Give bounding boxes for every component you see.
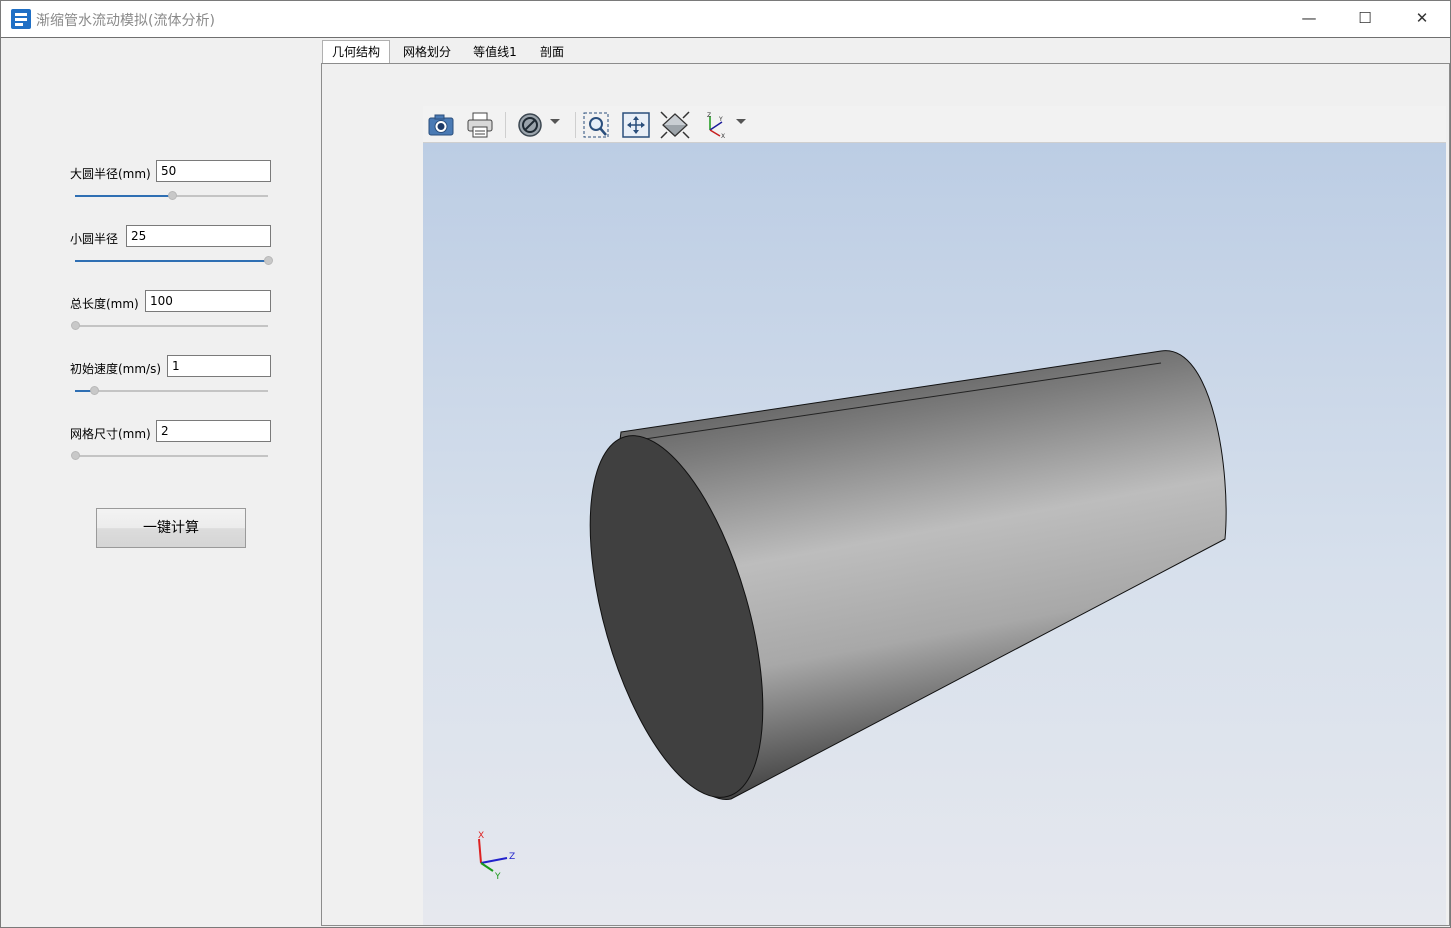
- tab-bar: 几何结构 网格划分 等值线1 剖面: [321, 38, 1450, 64]
- axis-triad: X Z Y: [478, 831, 515, 882]
- small-radius-label: 小圆半径: [70, 232, 119, 246]
- slider-handle[interactable]: [264, 256, 273, 265]
- chevron-down-icon[interactable]: [736, 119, 746, 124]
- camera-icon[interactable]: [425, 110, 457, 140]
- big-radius-label: 大圆半径(mm): [70, 167, 151, 181]
- mesh-size-input[interactable]: [156, 420, 271, 442]
- small-radius-input[interactable]: [126, 225, 271, 247]
- zoom-window-icon[interactable]: [581, 110, 613, 140]
- init-speed-slider[interactable]: [75, 386, 268, 395]
- svg-text:Z: Z: [707, 112, 711, 119]
- view-projection-icon[interactable]: [659, 110, 691, 140]
- axis-x-label: X: [478, 831, 484, 841]
- tab-geometry[interactable]: 几何结构: [322, 40, 390, 64]
- slider-handle[interactable]: [90, 386, 100, 395]
- display-mode-icon[interactable]: [514, 110, 546, 140]
- total-length-label: 总长度(mm): [70, 297, 139, 311]
- slider-handle[interactable]: [71, 321, 80, 330]
- tab-mesh[interactable]: 网格划分: [393, 42, 461, 63]
- axis-y-label: Y: [494, 872, 501, 882]
- minimize-button[interactable]: —: [1281, 1, 1337, 37]
- parameter-panel: 大圆半径(mm) 小圆半径 总长度(mm) 初始速度(mm/s) 网格尺寸(mm…: [2, 38, 320, 926]
- big-radius-slider[interactable]: [75, 191, 268, 200]
- title-bar[interactable]: 渐缩管水流动模拟(流体分析) — ☐ ✕: [1, 1, 1450, 38]
- tab-widget: 几何结构 网格划分 等值线1 剖面 Z Y X X Z Y: [321, 38, 1450, 926]
- total-length-slider[interactable]: [71, 321, 268, 330]
- axis-view-icon[interactable]: Z Y X: [700, 110, 732, 140]
- app-window: 渐缩管水流动模拟(流体分析) — ☐ ✕ 大圆半径(mm) 小圆半径 总长度(m…: [0, 0, 1451, 928]
- total-length-input[interactable]: [145, 290, 271, 312]
- toolbar-separator: [575, 112, 576, 138]
- viewer-toolbar: Z Y X: [423, 106, 1446, 143]
- small-radius-slider[interactable]: [75, 256, 273, 265]
- app-icon: [11, 9, 31, 29]
- axis-z-label: Z: [509, 852, 515, 862]
- geometry-panel: Z Y X X Z Y: [321, 63, 1450, 926]
- big-radius-input[interactable]: [156, 160, 271, 182]
- close-button[interactable]: ✕: [1394, 1, 1450, 37]
- init-speed-input[interactable]: [167, 355, 271, 377]
- calculate-button[interactable]: 一键计算: [96, 508, 246, 548]
- mesh-size-label: 网格尺寸(mm): [70, 427, 151, 441]
- chevron-down-icon[interactable]: [550, 119, 560, 124]
- tab-section[interactable]: 剖面: [529, 42, 575, 63]
- tapered-pipe-model: [589, 350, 1227, 800]
- mesh-size-slider[interactable]: [71, 451, 268, 460]
- tab-contour[interactable]: 等值线1: [464, 42, 526, 63]
- fit-all-icon[interactable]: [620, 110, 652, 140]
- init-speed-label: 初始速度(mm/s): [70, 362, 162, 376]
- svg-text:Y: Y: [718, 116, 723, 123]
- window-title: 渐缩管水流动模拟(流体分析): [36, 13, 215, 29]
- slider-handle[interactable]: [71, 451, 80, 460]
- 3d-viewport[interactable]: X Z Y: [423, 143, 1446, 925]
- toolbar-separator: [505, 112, 506, 138]
- maximize-button[interactable]: ☐: [1337, 1, 1393, 37]
- slider-handle[interactable]: [167, 191, 177, 200]
- print-icon[interactable]: [464, 110, 496, 140]
- svg-text:X: X: [721, 133, 725, 140]
- slider-fill: [75, 260, 268, 262]
- slider-fill: [75, 195, 172, 197]
